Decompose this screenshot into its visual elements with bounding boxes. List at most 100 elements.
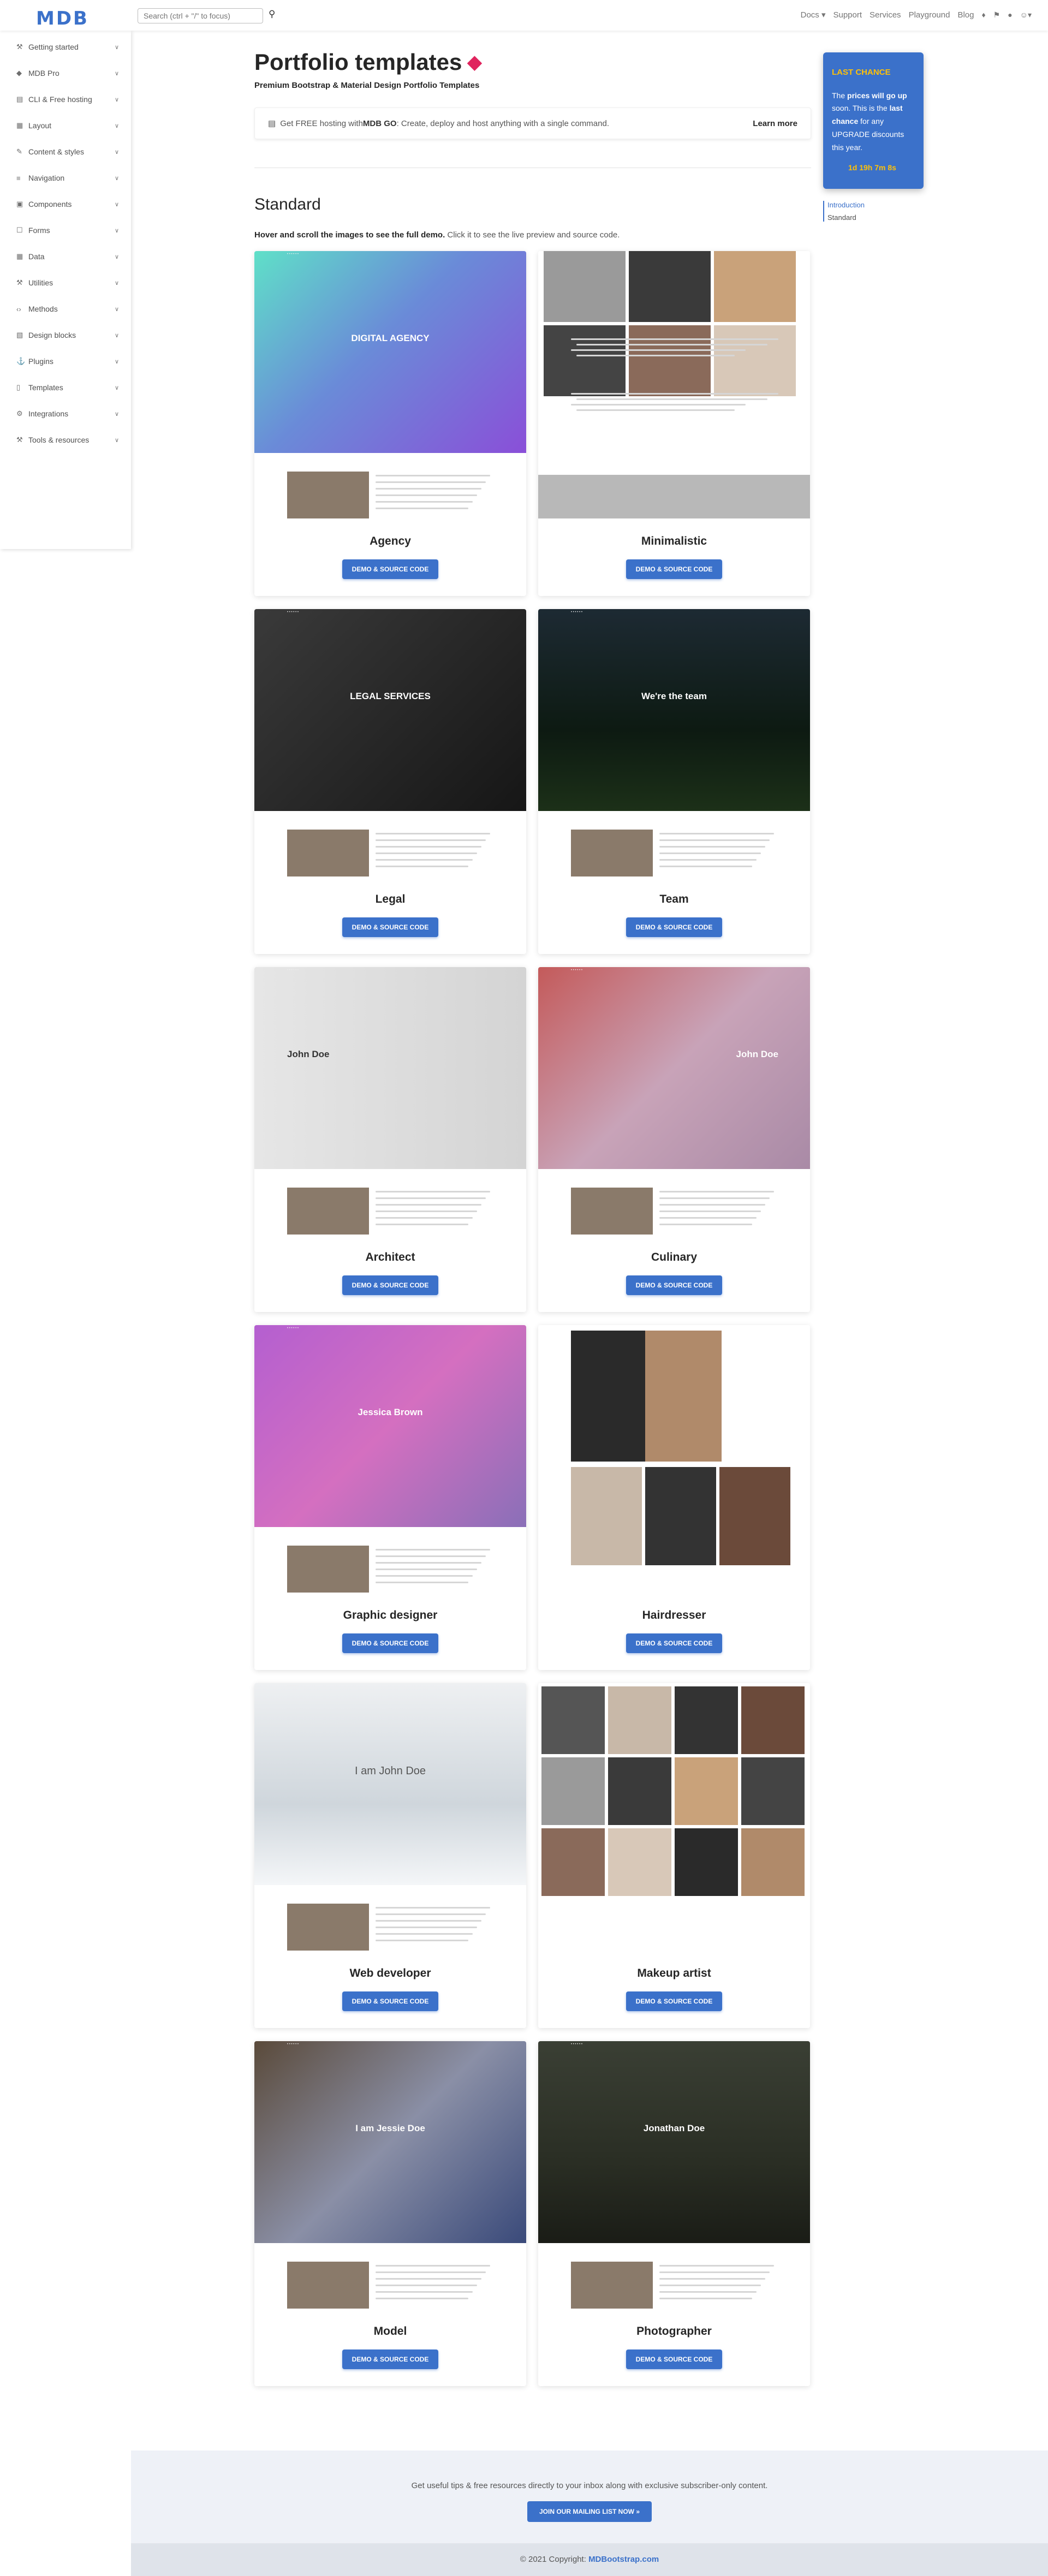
sidebar-item[interactable]: ⚙ Integrations ∨	[0, 401, 131, 427]
demo-source-button[interactable]: DEMO & SOURCE CODE	[342, 1991, 438, 2011]
user-avatar-icon[interactable]: ☺▾	[1020, 10, 1032, 20]
mdb-logo[interactable]: MDB	[36, 8, 89, 29]
sidebar-item[interactable]: ▦ Data ∨	[0, 243, 131, 270]
sidebar-item[interactable]: ▤ CLI & Free hosting ∨	[0, 86, 131, 112]
mini-navbar: • • • • • •	[287, 253, 299, 256]
template-preview[interactable]	[538, 1325, 810, 1593]
template-preview[interactable]: • • • • • • We're the team	[538, 609, 810, 876]
sidebar-item[interactable]: ◆ MDB Pro ∨	[0, 60, 131, 86]
sidebar-item[interactable]: ☐ Forms ∨	[0, 217, 131, 243]
demo-source-button[interactable]: DEMO & SOURCE CODE	[626, 1633, 722, 1653]
last-chance-card[interactable]: LAST CHANCE The prices will go up soon. …	[823, 52, 924, 189]
template-card[interactable]: • • • • • • John Doe Architect DEMO & SOURC…	[254, 967, 526, 1312]
template-preview[interactable]	[538, 251, 810, 518]
template-preview[interactable]: • • • • • • I am Jessie Doe	[254, 2041, 526, 2309]
demo-source-button[interactable]: DEMO & SOURCE CODE	[626, 1991, 722, 2011]
photo-thumbnail	[544, 325, 626, 396]
search-icon[interactable]: ⚲	[269, 9, 275, 20]
photo-thumbnail	[608, 1757, 671, 1825]
mailing-list-button[interactable]: JOIN OUR MAILING LIST NOW »	[527, 2501, 652, 2522]
chevron-down-icon: ∨	[114, 96, 119, 103]
template-card[interactable]: • • • • • • We're the team Team DEMO & SOUR…	[538, 609, 810, 954]
cogs-icon: ⚙	[16, 409, 23, 418]
template-card[interactable]: • • • • • • DIGITAL AGENCY Agency DEMO & SO…	[254, 251, 526, 596]
template-card[interactable]: • • • • • • I am John Doe Web developer DEM…	[254, 1683, 526, 2028]
template-preview[interactable]: • • • • • • John Doe	[538, 967, 810, 1235]
preview-hero	[538, 251, 810, 518]
template-preview[interactable]: • • • • • • Jessica Brown	[254, 1325, 526, 1593]
content-image	[287, 1188, 369, 1235]
template-card[interactable]: Minimalistic DEMO & SOURCE CODE	[538, 251, 810, 596]
nav-docs[interactable]: Docs ▾	[801, 10, 826, 20]
sidebar-item[interactable]: ▧ Design blocks ∨	[0, 322, 131, 348]
template-preview[interactable]: • • • • • • Jonathan Doe	[538, 2041, 810, 2309]
sidebar-item[interactable]: ⚒ Utilities ∨	[0, 270, 131, 296]
last-chance-title: LAST CHANCE	[832, 68, 891, 77]
demo-source-button[interactable]: DEMO & SOURCE CODE	[342, 2350, 438, 2369]
newsletter-text: Get useful tips & free resources directl…	[411, 2481, 768, 2490]
blocks-icon: ▧	[16, 331, 23, 339]
photo-thumbnail	[541, 1828, 605, 1896]
bell-icon[interactable]: ♦	[981, 10, 985, 19]
sidebar-item[interactable]: ▯ Templates ∨	[0, 374, 131, 401]
demo-source-button[interactable]: DEMO & SOURCE CODE	[342, 1633, 438, 1653]
template-card[interactable]: • • • • • • John Doe Culinary DEMO & SOURCE…	[538, 967, 810, 1312]
nav-playground[interactable]: Playground	[909, 10, 950, 20]
sidebar-item[interactable]: ▣ Components ∨	[0, 191, 131, 217]
preview-hero: • • • • • • Jessica Brown	[254, 1325, 526, 1527]
search-input[interactable]: Search (ctrl + "/" to focus)	[138, 8, 263, 23]
template-preview[interactable]: • • • • • • I am John Doe	[254, 1683, 526, 1951]
sidebar-item[interactable]: ⚒ Tools & resources ∨	[0, 427, 131, 453]
template-name: Graphic designer	[343, 1609, 438, 1621]
template-card[interactable]: Makeup artist DEMO & SOURCE CODE	[538, 1683, 810, 2028]
forms-icon: ☐	[16, 226, 23, 234]
sidebar-item[interactable]: ⚓ Plugins ∨	[0, 348, 131, 374]
template-card[interactable]: Hairdresser DEMO & SOURCE CODE	[538, 1325, 810, 1670]
nav-support[interactable]: Support	[833, 10, 862, 20]
footer-strip	[538, 475, 810, 518]
tools-icon: ⚒	[16, 436, 23, 444]
layout-icon: ▦	[16, 121, 23, 129]
github-icon[interactable]: ●	[1008, 10, 1012, 19]
sidebar-item[interactable]: ▦ Layout ∨	[0, 112, 131, 139]
demo-source-button[interactable]: DEMO & SOURCE CODE	[342, 917, 438, 937]
mini-navbar: • • • • • •	[571, 611, 582, 614]
sidebar-item[interactable]: ≡ Navigation ∨	[0, 165, 131, 191]
template-preview[interactable]	[538, 1683, 810, 1951]
nav-services[interactable]: Services	[870, 10, 901, 20]
content-image	[287, 830, 369, 876]
cubes-icon: ▣	[16, 200, 23, 208]
preview-content	[254, 1527, 526, 1593]
toc-link-introduction[interactable]: Introduction	[827, 201, 924, 209]
toc-link-standard[interactable]: Standard	[827, 213, 924, 222]
photo-thumbnail	[608, 1828, 671, 1896]
demo-source-button[interactable]: DEMO & SOURCE CODE	[342, 1275, 438, 1295]
demo-source-button[interactable]: DEMO & SOURCE CODE	[626, 1275, 722, 1295]
nav-blog[interactable]: Blog	[957, 10, 974, 20]
photo-thumbnail	[571, 1331, 647, 1462]
template-card[interactable]: • • • • • • Jonathan Doe Photographer DEMO …	[538, 2041, 810, 2386]
template-name: Makeup artist	[637, 1967, 711, 1979]
sidebar-item[interactable]: ‹› Methods ∨	[0, 296, 131, 322]
chevron-down-icon: ∨	[114, 306, 119, 313]
template-preview[interactable]: • • • • • • LEGAL SERVICES	[254, 609, 526, 876]
copyright-link[interactable]: MDBootstrap.com	[588, 2555, 659, 2564]
sidebar-item[interactable]: ✎ Content & styles ∨	[0, 139, 131, 165]
template-card[interactable]: • • • • • • LEGAL SERVICES Legal DEMO & SOU…	[254, 609, 526, 954]
preview-content	[538, 2243, 810, 2309]
template-card[interactable]: • • • • • • I am Jessie Doe Model DEMO & SO…	[254, 2041, 526, 2386]
content-image	[287, 2262, 369, 2309]
flag-icon[interactable]: ⚑	[993, 10, 1001, 20]
demo-source-button[interactable]: DEMO & SOURCE CODE	[626, 2350, 722, 2369]
template-preview[interactable]: • • • • • • John Doe	[254, 967, 526, 1235]
chevron-down-icon: ∨	[114, 437, 119, 444]
learn-more-link[interactable]: Learn more	[753, 119, 797, 128]
template-preview[interactable]: • • • • • • DIGITAL AGENCY	[254, 251, 526, 518]
demo-source-button[interactable]: DEMO & SOURCE CODE	[342, 559, 438, 579]
demo-source-button[interactable]: DEMO & SOURCE CODE	[626, 917, 722, 937]
chevron-down-icon: ∨	[114, 122, 119, 129]
demo-source-button[interactable]: DEMO & SOURCE CODE	[626, 559, 722, 579]
sidebar-item[interactable]: ⚒ Getting started ∨	[0, 34, 131, 60]
template-card[interactable]: • • • • • • Jessica Brown Graphic designer…	[254, 1325, 526, 1670]
preview-hero: • • • • • • We're the team	[538, 609, 810, 811]
